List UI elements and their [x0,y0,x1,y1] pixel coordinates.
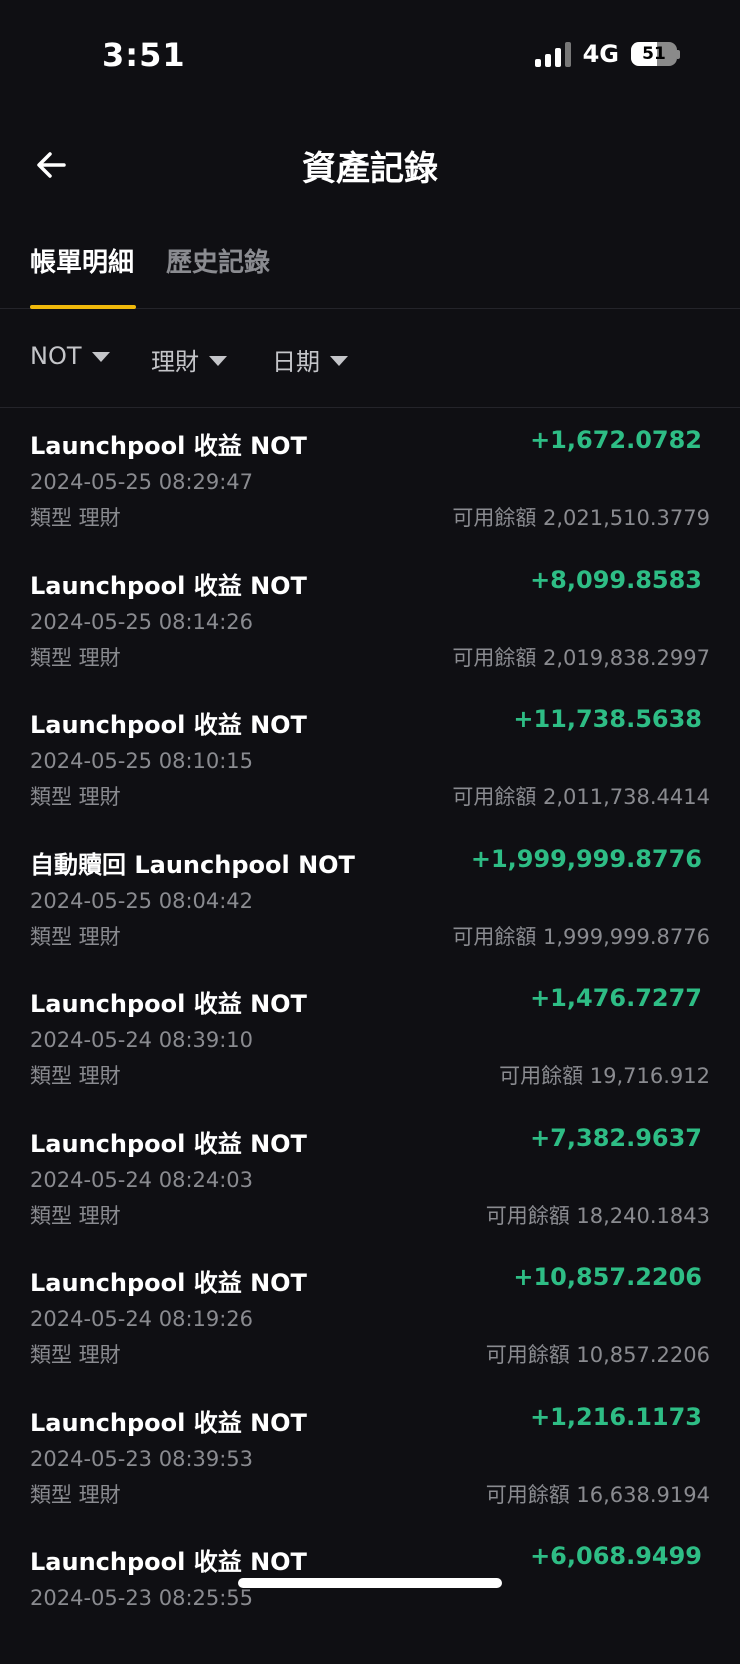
record-title: Launchpool 收益 NOT [30,711,307,739]
record-type: 類型 理財 [30,1482,121,1507]
record-title: Launchpool 收益 NOT [30,571,307,600]
record-item[interactable]: Launchpool 收益 NOT +7,382.9637 2024-05-24… [0,1106,740,1246]
network-label: 4G [582,40,619,68]
coin-filter-label: NOT [30,342,82,370]
record-time: 2024-05-25 08:04:42 [30,888,254,913]
status-bar: 3:51 4G 51 [0,0,740,110]
battery-level: 51 [642,44,666,64]
record-balance: 可用餘額 2,011,738.4414 [452,785,710,809]
status-time: 3:51 [102,36,186,74]
record-balance: 可用餘額 1,999,999.8776 [452,924,710,949]
type-filter-label: 理財 [151,348,199,376]
record-time: 2024-05-25 08:10:15 [30,749,254,773]
signal-icon [534,41,571,67]
status-indicators: 4G 51 [534,40,680,68]
record-item[interactable]: Launchpool 收益 NOT +1,672.0782 2024-05-25… [0,408,740,548]
record-item[interactable]: Launchpool 收益 NOT +1,216.1173 2024-05-23… [0,1385,740,1525]
record-time: 2024-05-24 08:24:03 [30,1167,254,1192]
battery-icon: 51 [631,42,680,66]
record-balance: 可用餘額 10,857.2206 [485,1343,710,1367]
record-item[interactable]: Launchpool 收益 NOT +10,857.2206 2024-05-2… [0,1245,740,1385]
record-balance: 可用餘額 16,638.9194 [485,1482,710,1507]
record-time: 2024-05-25 08:14:26 [30,609,254,634]
record-time: 2024-05-24 08:19:26 [30,1307,254,1331]
record-balance: 可用餘額 2,019,838.2997 [452,645,710,670]
record-title: Launchpool 收益 NOT [30,1129,307,1158]
tab-bar: 帳單明細 歷史記錄 [0,232,740,309]
record-title: Launchpool 收益 NOT [30,1548,307,1576]
date-filter-label: 日期 [272,348,320,376]
record-time: 2024-05-25 08:29:47 [30,470,254,494]
record-time: 2024-05-23 08:39:53 [30,1446,254,1471]
record-type: 類型 理財 [30,924,121,949]
caret-down-icon [91,352,110,362]
record-item[interactable]: Launchpool 收益 NOT +11,738.5638 2024-05-2… [0,687,740,827]
coin-filter-dropdown[interactable]: NOT [30,342,110,370]
record-title: Launchpool 收益 NOT [30,990,307,1018]
type-filter-dropdown[interactable]: 理財 [151,342,227,377]
record-title: 自動贖回 Launchpool NOT [30,850,355,879]
record-title: Launchpool 收益 NOT [30,1269,307,1297]
record-list: Launchpool 收益 NOT +1,672.0782 2024-05-25… [0,408,740,1664]
record-amount: +10,857.2206 [513,1263,702,1291]
record-amount: +1,999,999.8776 [470,844,702,873]
date-filter-dropdown[interactable]: 日期 [272,342,348,377]
tab-statement-details[interactable]: 帳單明細 [30,242,134,279]
record-amount: +7,382.9637 [530,1123,702,1152]
page-title: 資產記錄 [302,149,438,189]
home-indicator[interactable] [238,1578,502,1588]
record-item[interactable]: Launchpool 收益 NOT +1,476.7277 2024-05-24… [0,966,740,1106]
record-type: 類型 理財 [30,785,121,809]
record-amount: +1,476.7277 [530,984,702,1012]
record-type: 類型 理財 [30,1203,121,1228]
record-type: 類型 理財 [30,1064,121,1088]
record-type: 類型 理財 [30,506,121,530]
record-title: Launchpool 收益 NOT [30,432,307,460]
tab-history[interactable]: 歷史記錄 [166,242,270,279]
caret-down-icon [330,355,348,366]
record-time: 2024-05-23 08:25:55 [30,1586,254,1610]
record-time: 2024-05-24 08:39:10 [30,1028,254,1052]
record-balance: 可用餘額 19,716.912 [499,1064,710,1088]
record-amount: +11,738.5638 [513,705,702,733]
record-item[interactable]: Launchpool 收益 NOT +6,068.9499 2024-05-23… [0,1524,740,1664]
record-amount: +1,672.0782 [530,426,702,454]
filter-bar: NOT 理財 日期 [0,308,740,408]
record-type: 類型 理財 [30,645,121,670]
caret-down-icon [209,355,227,366]
header: 資產記錄 [0,125,740,205]
record-balance: 可用餘額 2,021,510.3779 [452,506,710,530]
record-balance: 可用餘額 18,240.1843 [485,1203,710,1228]
record-amount: +8,099.8583 [530,565,702,594]
record-item[interactable]: Launchpool 收益 NOT +8,099.8583 2024-05-25… [0,548,740,688]
record-item[interactable]: 自動贖回 Launchpool NOT +1,999,999.8776 2024… [0,827,740,967]
record-amount: +1,216.1173 [530,1402,702,1431]
record-amount: +6,068.9499 [530,1542,702,1570]
record-type: 類型 理財 [30,1343,121,1367]
record-title: Launchpool 收益 NOT [30,1408,307,1437]
